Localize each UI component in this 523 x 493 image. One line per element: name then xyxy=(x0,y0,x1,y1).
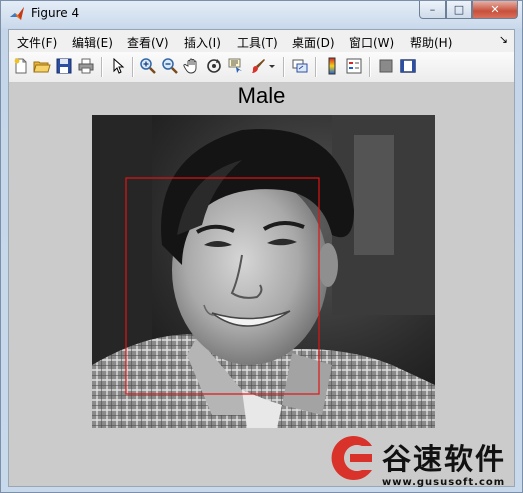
menu-edit[interactable]: 编辑(E) xyxy=(72,34,113,51)
window-controls: – □ ✕ xyxy=(419,1,518,21)
zoom-out-icon[interactable] xyxy=(161,57,179,75)
brush-icon[interactable] xyxy=(249,57,267,75)
figure-client-area: 文件(F) 编辑(E) 查看(V) 插入(I) 工具(T) 桌面(D) 窗口(W… xyxy=(8,29,515,487)
title-bar[interactable]: Figure 4 – □ ✕ xyxy=(1,1,522,28)
grayscale-face-image xyxy=(92,115,435,428)
watermark-url: www.gususoft.com xyxy=(382,477,506,488)
menu-view[interactable]: 查看(V) xyxy=(127,34,169,51)
hide-plot-tools-icon[interactable] xyxy=(377,57,395,75)
face-photo-drawing xyxy=(92,115,435,428)
watermark-brand: 谷速软件 xyxy=(382,442,507,476)
window-title: Figure 4 xyxy=(31,6,80,20)
figure-canvas: Male xyxy=(9,83,514,486)
menu-help[interactable]: 帮助(H) xyxy=(410,34,452,51)
rotate-3d-icon[interactable] xyxy=(205,57,223,75)
colorbar-icon[interactable] xyxy=(323,57,341,75)
edit-plot-arrow-icon[interactable] xyxy=(109,57,127,75)
toolbar-separator xyxy=(101,57,103,77)
minimize-button[interactable]: – xyxy=(419,1,446,19)
save-icon[interactable] xyxy=(55,57,73,75)
legend-icon[interactable] xyxy=(345,57,363,75)
menu-dock-arrow-icon[interactable]: ↘ xyxy=(499,33,508,46)
axes-title: Male xyxy=(237,83,286,108)
toolbar-separator xyxy=(315,57,317,77)
menu-bar: 文件(F) 编辑(E) 查看(V) 插入(I) 工具(T) 桌面(D) 窗口(W… xyxy=(9,30,514,53)
close-button[interactable]: ✕ xyxy=(472,1,518,19)
menu-desktop[interactable]: 桌面(D) xyxy=(292,34,335,51)
minimize-icon: – xyxy=(429,3,436,16)
zoom-in-icon[interactable] xyxy=(139,57,157,75)
open-file-icon[interactable] xyxy=(33,57,51,75)
figure-toolbar xyxy=(9,52,514,83)
maximize-icon: □ xyxy=(453,3,465,16)
menu-window[interactable]: 窗口(W) xyxy=(349,34,394,51)
close-icon: ✕ xyxy=(490,3,500,16)
menu-tools[interactable]: 工具(T) xyxy=(237,34,278,51)
figure-window: Figure 4 – □ ✕ 文件(F) 编辑(E) 查看(V) 插入(I) 工… xyxy=(0,0,523,493)
link-plot-icon[interactable] xyxy=(291,57,309,75)
toolbar-separator xyxy=(132,57,134,77)
show-plot-tools-icon[interactable] xyxy=(399,57,417,75)
data-cursor-icon[interactable] xyxy=(227,57,245,75)
gususoft-watermark: 谷速软件 www.gususoft.com xyxy=(322,430,522,493)
menu-insert[interactable]: 插入(I) xyxy=(184,34,221,51)
new-figure-icon[interactable] xyxy=(12,57,30,75)
gususoft-logo-icon xyxy=(326,432,378,484)
brush-dropdown-icon[interactable] xyxy=(267,57,277,75)
matlab-logo-icon xyxy=(9,6,25,22)
pan-hand-icon[interactable] xyxy=(183,57,201,75)
maximize-button[interactable]: □ xyxy=(446,1,472,19)
toolbar-separator xyxy=(369,57,371,77)
menu-file[interactable]: 文件(F) xyxy=(17,34,57,51)
toolbar-separator xyxy=(283,57,285,77)
print-icon[interactable] xyxy=(77,57,95,75)
